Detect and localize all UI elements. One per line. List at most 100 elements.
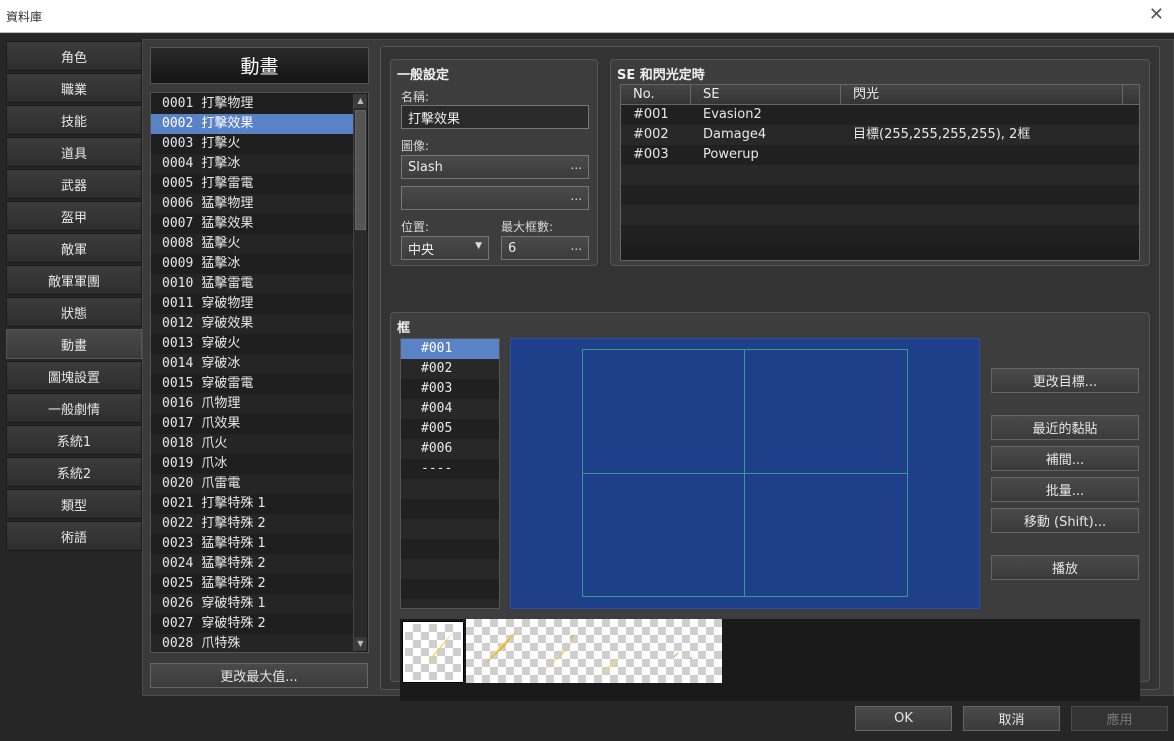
shift-button[interactable]: 移動 (Shift)... [991, 508, 1139, 533]
ok-button[interactable]: OK [855, 706, 952, 731]
frame-item[interactable] [401, 599, 499, 608]
list-item[interactable]: 0002 打擊效果 [151, 114, 354, 134]
nav-item[interactable]: 技能 [6, 105, 142, 135]
scroll-thumb[interactable] [355, 110, 366, 230]
nav-item[interactable]: 圖塊設置 [6, 361, 142, 391]
col-se[interactable]: SE [691, 85, 841, 105]
list-item[interactable]: 0023 猛擊特殊 1 [151, 534, 354, 554]
frame-item[interactable] [401, 479, 499, 499]
frame-item[interactable]: #004 [401, 399, 499, 419]
batch-button[interactable]: 批量... [991, 477, 1139, 502]
nav-item[interactable]: 職業 [6, 73, 142, 103]
list-item[interactable]: 0026 穿破特殊 1 [151, 594, 354, 614]
list-item[interactable]: 0006 猛擊物理 [151, 194, 354, 214]
nav-item[interactable]: 類型 [6, 489, 142, 519]
table-row[interactable] [621, 165, 1139, 185]
nav-item[interactable]: 動畫 [6, 329, 142, 359]
list-item[interactable]: 0009 猛擊冰 [151, 254, 354, 274]
nav-item[interactable]: 系統2 [6, 457, 142, 487]
table-row[interactable]: #001 Evasion2 [621, 105, 1139, 125]
table-row[interactable] [621, 185, 1139, 205]
scroll-up-icon[interactable]: ▲ [354, 94, 367, 108]
nav-item[interactable]: 道具 [6, 137, 142, 167]
image2-picker[interactable]: ... [401, 186, 589, 210]
nav-item[interactable]: 盔甲 [6, 201, 142, 231]
frame-item[interactable]: ---- [401, 459, 499, 479]
frame-item[interactable] [401, 519, 499, 539]
list-item-name: 猛擊特殊 2 [201, 576, 266, 591]
table-row[interactable]: #002 Damage4 目標(255,255,255,255), 2框 [621, 125, 1139, 145]
frame-item[interactable]: #001 [401, 339, 499, 359]
animation-list[interactable]: 0001 打擊物理 0002 打擊效果 0003 打擊火 0004 打擊冰 0005 打擊雷電 00… [150, 92, 369, 653]
se-flash-table[interactable]: No. SE 閃光 #001 Evasion2 #002 Damage4 目標(255,… [620, 84, 1140, 261]
max-frames-field[interactable]: 6 ... [501, 236, 589, 260]
list-item[interactable]: 0007 猛擊效果 [151, 214, 354, 234]
nav-item[interactable]: 敵軍軍團 [6, 265, 142, 295]
frame-item[interactable]: #005 [401, 419, 499, 439]
list-item[interactable]: 0016 爪物理 [151, 394, 354, 414]
list-item[interactable]: 0022 打擊特殊 2 [151, 514, 354, 534]
list-item[interactable]: 0005 打擊雷電 [151, 174, 354, 194]
nav-item[interactable]: 敵軍 [6, 233, 142, 263]
image1-picker[interactable]: Slash ... [401, 155, 589, 179]
nav-item[interactable]: 角色 [6, 41, 142, 71]
frame-list[interactable]: #001 #002 #003 #004 #005 #006 ---- [400, 338, 500, 609]
play-button[interactable]: 播放 [991, 555, 1139, 580]
change-max-button[interactable]: 更改最大值... [150, 663, 368, 688]
sprite-sheet-cells[interactable] [466, 619, 722, 683]
nav-item[interactable]: 武器 [6, 169, 142, 199]
list-item[interactable]: 0008 猛擊火 [151, 234, 354, 254]
frame-item[interactable] [401, 499, 499, 519]
image-cell-strip[interactable] [400, 619, 1140, 701]
nav-item[interactable]: 狀態 [6, 297, 142, 327]
max-frames-browse-icon[interactable]: ... [571, 239, 582, 253]
frame-item[interactable]: #003 [401, 379, 499, 399]
selected-cell[interactable] [402, 621, 464, 683]
list-item[interactable]: 0013 穿破火 [151, 334, 354, 354]
list-item[interactable]: 0018 爪火 [151, 434, 354, 454]
position-select[interactable]: 中央 ▼ [401, 236, 489, 260]
image2-browse-icon[interactable]: ... [571, 189, 582, 203]
list-item[interactable]: 0015 穿破雷電 [151, 374, 354, 394]
list-item-number: 0021 [162, 496, 194, 511]
animation-canvas[interactable] [510, 338, 980, 609]
frame-item[interactable]: #006 [401, 439, 499, 459]
list-item[interactable]: 0003 打擊火 [151, 134, 354, 154]
frame-item[interactable] [401, 579, 499, 599]
list-item[interactable]: 0014 穿破冰 [151, 354, 354, 374]
table-row[interactable] [621, 225, 1139, 245]
list-item[interactable]: 0012 穿破效果 [151, 314, 354, 334]
change-target-button[interactable]: 更改目標... [991, 368, 1139, 393]
list-item[interactable]: 0020 爪雷電 [151, 474, 354, 494]
col-flash[interactable]: 閃光 [841, 85, 1123, 105]
close-icon[interactable]: ✕ [1149, 4, 1164, 25]
list-item[interactable]: 0001 打擊物理 [151, 94, 354, 114]
nav-item[interactable]: 術語 [6, 521, 142, 551]
cancel-button[interactable]: 取消 [963, 706, 1060, 731]
col-no[interactable]: No. [621, 85, 691, 105]
list-item[interactable]: 0021 打擊特殊 1 [151, 494, 354, 514]
list-item[interactable]: 0024 猛擊特殊 2 [151, 554, 354, 574]
recent-paste-button[interactable]: 最近的黏貼 [991, 415, 1139, 440]
list-item[interactable]: 0025 猛擊特殊 2 [151, 574, 354, 594]
tween-button[interactable]: 補間... [991, 446, 1139, 471]
list-scrollbar[interactable]: ▲ ▼ [353, 94, 367, 651]
list-item[interactable]: 0010 猛擊雷電 [151, 274, 354, 294]
nav-item[interactable]: 系統1 [6, 425, 142, 455]
nav-item[interactable]: 一般劇情 [6, 393, 142, 423]
table-row[interactable]: #003 Powerup [621, 145, 1139, 165]
frame-item[interactable] [401, 559, 499, 579]
frame-item[interactable] [401, 539, 499, 559]
frame-item[interactable]: #002 [401, 359, 499, 379]
list-item[interactable]: 0004 打擊冰 [151, 154, 354, 174]
table-row[interactable] [621, 205, 1139, 225]
name-input[interactable]: 打擊效果 [401, 105, 589, 129]
list-item[interactable]: 0017 爪效果 [151, 414, 354, 434]
list-item[interactable]: 0019 爪冰 [151, 454, 354, 474]
list-item[interactable]: 0027 穿破特殊 2 [151, 614, 354, 634]
list-item[interactable]: 0011 穿破物理 [151, 294, 354, 314]
list-item[interactable]: 0028 爪特殊 [151, 634, 354, 652]
scroll-down-icon[interactable]: ▼ [354, 637, 367, 651]
apply-button[interactable]: 應用 [1071, 706, 1168, 731]
image1-browse-icon[interactable]: ... [571, 158, 582, 172]
